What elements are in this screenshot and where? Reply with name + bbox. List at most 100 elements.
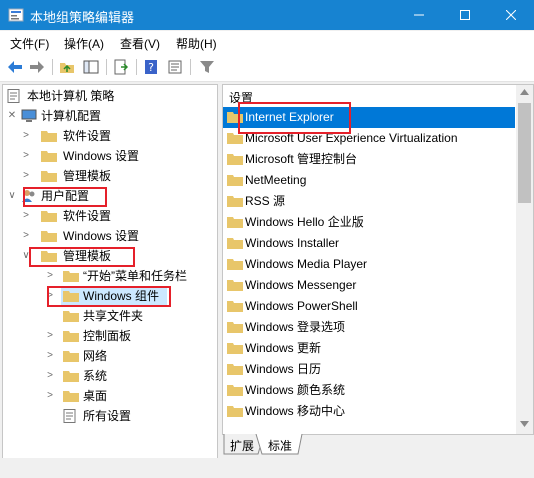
settings-list-item-label: Windows Media Player: [245, 257, 368, 271]
tree-network[interactable]: > 网络: [7, 346, 207, 366]
settings-list-item[interactable]: Windows PowerShell: [223, 296, 515, 317]
tab-standard[interactable]: 标准: [268, 437, 292, 454]
scroll-up-icon[interactable]: [520, 89, 529, 95]
help-button[interactable]: ?: [142, 58, 160, 76]
tree-system[interactable]: > 系统: [7, 366, 207, 386]
minimize-button[interactable]: [396, 0, 442, 30]
tree-user-software[interactable]: > 软件设置: [7, 206, 207, 226]
settings-list-item[interactable]: Windows 更新: [223, 338, 515, 359]
chevron-right-icon[interactable]: >: [45, 346, 55, 366]
folder-icon: [41, 211, 57, 222]
export-list-icon: [114, 59, 129, 75]
highlight-user-config: [23, 187, 107, 207]
maximize-button[interactable]: [442, 0, 488, 30]
highlight-windows-components: [47, 286, 171, 307]
tree-user-windows[interactable]: > Windows 设置: [7, 226, 207, 246]
tree-shared-folders[interactable]: 共享文件夹: [7, 306, 207, 326]
chevron-right-icon[interactable]: >: [45, 386, 55, 406]
chevron-right-icon[interactable]: >: [21, 126, 31, 146]
tree-pane[interactable]: 本地计算机 策略 ✕ 计算机配置 > 软件设置 > Windows 设置 > 管…: [2, 84, 218, 460]
title-bar: 本地组策略编辑器: [0, 0, 534, 30]
tree-computer-admin[interactable]: > 管理模板: [7, 166, 207, 186]
chevron-right-icon[interactable]: >: [21, 146, 31, 166]
menu-view[interactable]: 查看(V): [120, 35, 160, 52]
folder-icon: [227, 322, 243, 333]
forward-button[interactable]: [28, 58, 46, 76]
tab-extended[interactable]: 扩展: [230, 437, 254, 454]
settings-list-item[interactable]: Windows 登录选项: [223, 317, 515, 338]
folder-icon: [227, 259, 243, 270]
menu-help[interactable]: 帮助(H): [176, 35, 217, 52]
tree-desktop[interactable]: > 桌面: [7, 386, 207, 406]
settings-list-item[interactable]: Windows 日历: [223, 359, 515, 380]
show-hide-tree-icon: [83, 60, 99, 74]
tree-computer-software[interactable]: > 软件设置: [7, 126, 207, 146]
close-icon: [506, 10, 516, 20]
export-list-button[interactable]: [112, 58, 130, 76]
settings-list-item[interactable]: Windows Media Player: [223, 254, 515, 275]
folder-icon: [41, 171, 57, 182]
filter-icon: [200, 61, 214, 73]
scrollbar-thumb[interactable]: [518, 103, 531, 203]
settings-list-item-label: Windows PowerShell: [245, 299, 358, 313]
chevron-right-icon[interactable]: >: [45, 326, 55, 346]
settings-list-item[interactable]: Microsoft 管理控制台: [223, 149, 515, 170]
settings-page-icon: [63, 409, 76, 423]
chevron-down-icon[interactable]: ✕: [7, 106, 17, 126]
chevron-right-icon[interactable]: >: [21, 206, 31, 226]
settings-list-item-label: Windows 登录选项: [245, 320, 346, 334]
folder-icon: [41, 131, 57, 142]
properties-button[interactable]: [166, 58, 184, 76]
settings-list-item-label: Windows 更新: [245, 341, 322, 355]
settings-list-item-label: Windows 移动中心: [245, 404, 346, 418]
settings-list-item[interactable]: RSS 源: [223, 191, 515, 212]
menu-bar: 文件(F) 操作(A) 查看(V) 帮助(H): [0, 31, 534, 53]
view-tabs: 扩展 标准: [222, 434, 534, 456]
chevron-right-icon[interactable]: >: [45, 266, 55, 286]
settings-list-pane[interactable]: 设置 Internet Explorer Microsoft User Exper…: [222, 84, 534, 435]
settings-list-item-label: Windows Installer: [245, 236, 340, 250]
settings-list-item[interactable]: Windows Messenger: [223, 275, 515, 296]
chevron-down-icon[interactable]: ∨: [7, 186, 17, 206]
chevron-right-icon[interactable]: >: [45, 366, 55, 386]
tree-system-label: 系统: [83, 369, 108, 383]
tree-computer-config[interactable]: ✕ 计算机配置: [7, 106, 207, 126]
vertical-scrollbar[interactable]: [516, 85, 533, 434]
tree-computer-windows[interactable]: > Windows 设置: [7, 146, 207, 166]
settings-list-item[interactable]: Windows 颜色系统: [223, 380, 515, 401]
settings-list-item[interactable]: NetMeeting: [223, 170, 515, 191]
folder-icon: [41, 151, 57, 162]
tree-root[interactable]: 本地计算机 策略: [7, 86, 207, 106]
tree-computer-admin-label: 管理模板: [63, 169, 112, 183]
menu-file[interactable]: 文件(F): [10, 35, 49, 52]
scroll-down-icon[interactable]: [520, 421, 529, 427]
maximize-icon: [460, 10, 470, 20]
tree-start-menu[interactable]: > “开始”菜单和任务栏: [7, 266, 213, 286]
folder-icon: [227, 154, 243, 165]
chevron-right-icon[interactable]: >: [21, 226, 31, 246]
folder-icon: [227, 175, 243, 186]
tree-all-settings-label: 所有设置: [83, 409, 132, 423]
properties-icon: [168, 60, 182, 74]
close-button[interactable]: [488, 0, 534, 30]
tree-control-panel[interactable]: > 控制面板: [7, 326, 207, 346]
forward-icon: [30, 61, 44, 73]
policy-document-icon: [7, 89, 20, 103]
show-hide-tree-button[interactable]: [82, 58, 100, 76]
tree-control-panel-label: 控制面板: [83, 329, 132, 343]
tree-all-settings[interactable]: 所有设置: [7, 406, 207, 426]
help-icon: ?: [145, 60, 157, 74]
up-folder-button[interactable]: [58, 58, 76, 76]
folder-icon: [227, 385, 243, 396]
settings-list-item[interactable]: Windows Hello 企业版: [223, 212, 515, 233]
settings-list-item[interactable]: Windows 移动中心: [223, 401, 515, 422]
menu-action[interactable]: 操作(A): [64, 35, 104, 52]
settings-list-item[interactable]: Windows Installer: [223, 233, 515, 254]
back-button[interactable]: [6, 58, 24, 76]
filter-button[interactable]: [198, 58, 216, 76]
chevron-right-icon[interactable]: >: [21, 166, 31, 186]
settings-list-item-label: NetMeeting: [245, 173, 307, 187]
highlight-internet-explorer: [238, 102, 351, 134]
highlight-admin-templates: [29, 247, 135, 267]
window-title: 本地组策略编辑器: [30, 10, 135, 25]
